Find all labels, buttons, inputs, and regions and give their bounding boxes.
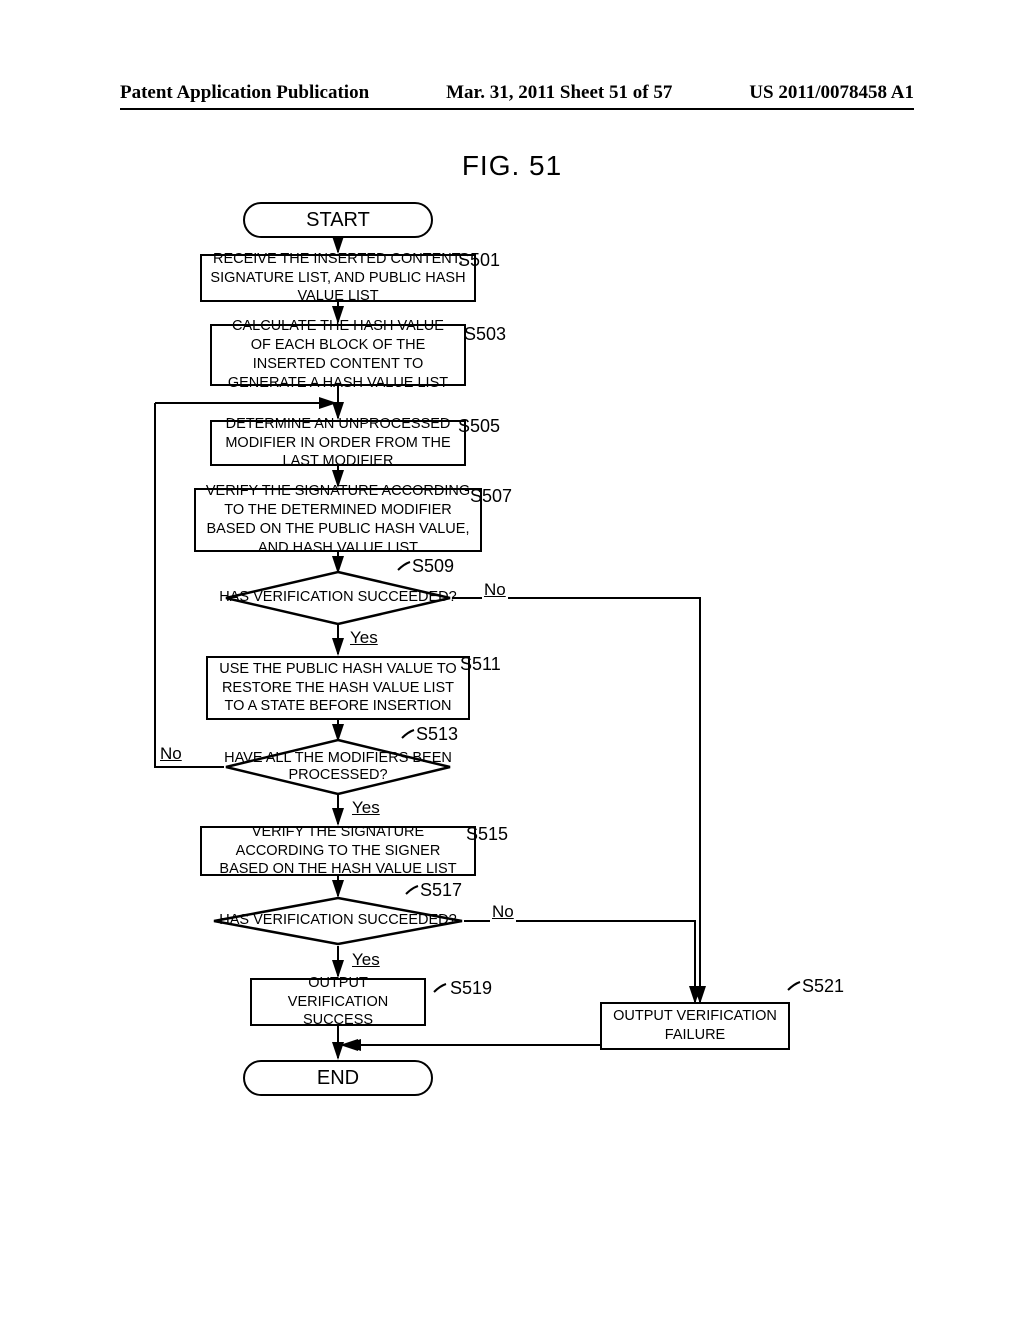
decision-s513: HAVE ALL THE MODIFIERS BEEN PROCESSED? xyxy=(224,738,452,796)
process-s503: CALCULATE THE HASH VALUE OF EACH BLOCK O… xyxy=(210,324,466,386)
edge-s509-no: No xyxy=(482,580,508,600)
edge-s509-yes: Yes xyxy=(348,628,380,648)
header-right: US 2011/0078458 A1 xyxy=(749,82,914,104)
step-label-s511: S511 xyxy=(460,654,501,675)
step-label-s505: S505 xyxy=(458,416,500,437)
page-header: Patent Application Publication Mar. 31, … xyxy=(120,82,914,110)
process-s515-text: VERIFY THE SIGNATURE ACCORDING TO THE SI… xyxy=(210,823,466,880)
process-s521-text: OUTPUT VERIFICATION FAILURE xyxy=(610,1007,780,1045)
process-s501-text: RECEIVE THE INSERTED CONTENT, SIGNATURE … xyxy=(210,250,466,307)
header-left: Patent Application Publication xyxy=(120,82,369,104)
decision-s517: HAS VERIFICATION SUCCEEDED? xyxy=(212,896,464,946)
header-center: Mar. 31, 2011 Sheet 51 of 57 xyxy=(446,82,672,104)
process-s501: RECEIVE THE INSERTED CONTENT, SIGNATURE … xyxy=(200,254,476,302)
edge-s513-no: No xyxy=(158,744,184,764)
terminator-end-text: END xyxy=(317,1067,359,1089)
edge-s513-yes: Yes xyxy=(350,798,382,818)
step-label-s521: S521 xyxy=(802,976,844,997)
process-s521: OUTPUT VERIFICATION FAILURE xyxy=(600,1002,790,1050)
step-label-s507: S507 xyxy=(470,486,512,507)
step-label-s503: S503 xyxy=(464,324,506,345)
process-s519: OUTPUT VERIFICATION SUCCESS xyxy=(250,978,426,1026)
process-s505: DETERMINE AN UNPROCESSED MODIFIER IN ORD… xyxy=(210,420,466,466)
process-s511: USE THE PUBLIC HASH VALUE TO RESTORE THE… xyxy=(206,656,470,720)
process-s511-text: USE THE PUBLIC HASH VALUE TO RESTORE THE… xyxy=(216,660,460,717)
process-s519-text: OUTPUT VERIFICATION SUCCESS xyxy=(260,974,416,1031)
terminator-start: START xyxy=(243,202,433,238)
decision-s513-text: HAVE ALL THE MODIFIERS BEEN PROCESSED? xyxy=(204,738,472,796)
step-label-s519: S519 xyxy=(450,978,492,999)
terminator-start-text: START xyxy=(306,209,370,231)
page: Patent Application Publication Mar. 31, … xyxy=(0,0,1024,1320)
process-s505-text: DETERMINE AN UNPROCESSED MODIFIER IN ORD… xyxy=(220,415,456,472)
process-s503-text: CALCULATE THE HASH VALUE OF EACH BLOCK O… xyxy=(220,317,456,392)
edge-s517-yes: Yes xyxy=(350,950,382,970)
decision-s509-text: HAS VERIFICATION SUCCEEDED? xyxy=(204,570,472,626)
decision-s509: HAS VERIFICATION SUCCEEDED? xyxy=(224,570,452,626)
step-label-s515: S515 xyxy=(466,824,508,845)
step-label-s501: S501 xyxy=(458,250,500,271)
process-s515: VERIFY THE SIGNATURE ACCORDING TO THE SI… xyxy=(200,826,476,876)
figure-title: FIG. 51 xyxy=(0,150,1024,182)
edge-s517-no: No xyxy=(490,902,516,922)
process-s507-text: VERIFY THE SIGNATURE ACCORDING TO THE DE… xyxy=(204,482,472,557)
decision-s517-text: HAS VERIFICATION SUCCEEDED? xyxy=(192,896,484,946)
terminator-end: END xyxy=(243,1060,433,1096)
process-s507: VERIFY THE SIGNATURE ACCORDING TO THE DE… xyxy=(194,488,482,552)
